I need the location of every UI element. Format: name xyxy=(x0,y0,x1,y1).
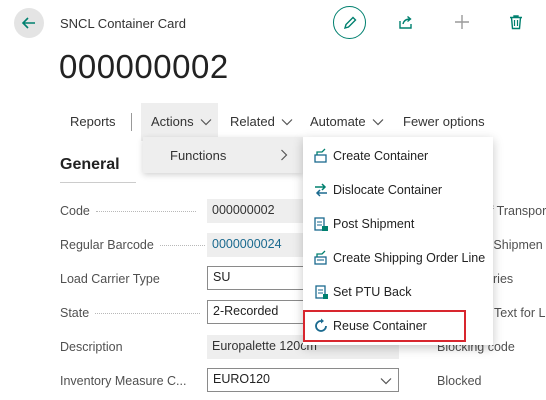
menu-item-create-container[interactable]: Create Container xyxy=(303,139,493,173)
automate-menu[interactable]: Automate xyxy=(310,103,384,141)
state-label: State xyxy=(60,306,201,320)
inventory-measure-select[interactable]: EURO120 xyxy=(207,368,399,392)
delete-button[interactable] xyxy=(500,6,532,38)
actions-label: Actions xyxy=(151,114,194,129)
edit-button[interactable] xyxy=(333,6,366,39)
back-button[interactable] xyxy=(14,8,44,38)
action-bar: Reports Actions Related Automate Fewer o… xyxy=(0,103,546,141)
menu-item-dislocate-container[interactable]: Dislocate Container xyxy=(303,173,493,207)
highlight-box xyxy=(303,310,466,342)
regular-barcode-value[interactable]: 0000000024 xyxy=(207,233,307,257)
reports-menu[interactable]: Reports xyxy=(70,103,116,141)
code-label: Code xyxy=(60,204,196,218)
chevron-down-icon xyxy=(380,378,392,385)
shipping-order-icon xyxy=(313,250,329,266)
pencil-icon xyxy=(343,16,356,29)
code-value: 000000002 xyxy=(207,199,307,223)
dislocate-icon xyxy=(313,182,329,198)
divider xyxy=(131,113,132,131)
description-label: Description xyxy=(60,340,123,354)
menu-item-post-shipment[interactable]: Post Shipment xyxy=(303,207,493,241)
regular-barcode-label: Regular Barcode xyxy=(60,238,205,252)
fewer-options-button[interactable]: Fewer options xyxy=(403,103,485,141)
load-carrier-type-field[interactable]: SU xyxy=(207,266,307,290)
menu-item-create-shipping-order-line[interactable]: Create Shipping Order Line xyxy=(303,241,493,275)
menu-item-set-ptu-back[interactable]: Set PTU Back xyxy=(303,275,493,309)
functions-label: Functions xyxy=(170,148,227,163)
set-back-icon xyxy=(313,284,329,300)
chevron-down-icon xyxy=(372,119,384,126)
back-arrow-icon xyxy=(21,17,35,29)
chevron-down-icon xyxy=(281,119,293,126)
trash-icon xyxy=(510,15,522,30)
inventory-measure-label: Inventory Measure C... xyxy=(60,374,187,388)
share-icon xyxy=(399,15,412,29)
right-field-label: ries xyxy=(493,272,514,286)
functions-submenu-item[interactable]: Functions xyxy=(143,137,303,173)
new-button[interactable] xyxy=(446,6,478,38)
page-title: 000000002 xyxy=(59,48,229,85)
inventory-measure-value: EURO120 xyxy=(213,372,270,386)
plus-icon xyxy=(455,15,469,29)
share-button[interactable] xyxy=(390,6,422,38)
load-carrier-type-label: Load Carrier Type xyxy=(60,272,160,286)
post-shipment-icon xyxy=(313,216,329,232)
related-label: Related xyxy=(230,114,275,129)
automate-label: Automate xyxy=(310,114,366,129)
section-underline xyxy=(60,182,136,183)
chevron-right-icon xyxy=(281,149,288,161)
related-menu[interactable]: Related xyxy=(230,103,293,141)
actions-menu[interactable]: Actions xyxy=(141,103,218,141)
reports-label: Reports xyxy=(70,114,116,129)
section-title: General xyxy=(60,156,120,173)
create-container-icon xyxy=(313,148,329,164)
right-field-label: Blocked xyxy=(437,374,482,388)
fewer-options-label: Fewer options xyxy=(403,114,485,129)
chevron-down-icon xyxy=(200,119,212,126)
right-field-label: Text for L xyxy=(494,306,546,320)
state-field[interactable]: 2-Recorded xyxy=(207,300,307,324)
card-label: SNCL Container Card xyxy=(60,16,186,31)
